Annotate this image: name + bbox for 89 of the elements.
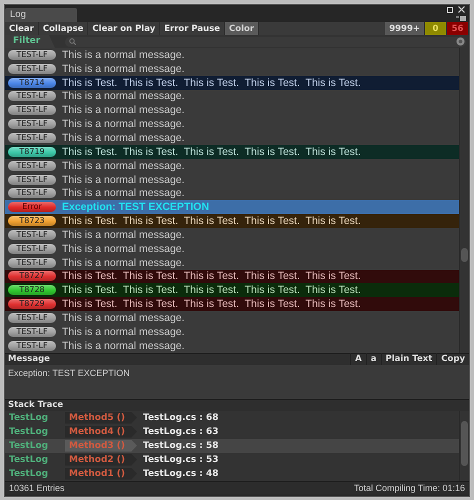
entry-count: 10361 Entries (9, 482, 65, 493)
log-message: This is a normal message. (62, 160, 185, 172)
close-icon[interactable] (458, 6, 465, 13)
log-message: Exception: TEST EXCEPTION (62, 201, 210, 214)
file-location: TestLog.cs : 53 (142, 454, 219, 465)
log-row[interactable]: T8714 This is Test. This is Test. This is Test. This is Test. This is Test. (5, 76, 459, 90)
log-row[interactable]: T8723 This is Test. This is Test. This is Test. This is Test. This is Test. (5, 214, 459, 228)
tag-badge: T8729 (8, 299, 56, 310)
search-field[interactable] (65, 36, 466, 46)
tag-badge: T8723 (8, 216, 56, 226)
tag-badge: TEST-LF (8, 50, 56, 60)
log-row[interactable]: T8727 This is Test. This is Test. This is Test. This is Test. This is Test. (5, 270, 459, 284)
maximize-icon[interactable] (447, 6, 453, 12)
message-text: Exception: TEST EXCEPTION (8, 368, 130, 378)
log-message: This is a normal message. (62, 340, 185, 352)
method-name: Method5 () (65, 412, 137, 424)
log-message: This is a normal message. (62, 48, 185, 61)
class-name: TestLog (8, 454, 50, 465)
tag-badge: T8719 (8, 146, 56, 157)
file-location: TestLog.cs : 68 (142, 412, 219, 423)
tag-badge: T8714 (8, 78, 56, 88)
log-message: This is a normal message. (62, 228, 185, 241)
stack-frame[interactable]: TestLog Method2 () TestLog.cs : 53 (5, 452, 459, 467)
stack-frame[interactable]: TestLog Method5 () TestLog.cs : 68 (5, 410, 459, 425)
log-message: This is a normal message. (62, 256, 185, 269)
filter-tab[interactable]: Filter (5, 35, 55, 48)
section-title: Stack Trace (7, 400, 64, 410)
compile-time: Total Compiling Time: 01:16 (354, 482, 465, 493)
log-message: This is Test. This is Test. This is Test. This is Test. This is Test. (62, 284, 361, 296)
scrollbar[interactable] (459, 48, 469, 353)
log-message: This is a normal message. (62, 326, 185, 338)
log-message: This is a normal message. (62, 90, 185, 102)
method-name: Method4 () (65, 426, 137, 438)
tag-badge: TEST-LF (8, 160, 56, 171)
log-row[interactable]: T8729 This is Test. This is Test. This is Test. This is Test. This is Test. (5, 297, 459, 312)
log-row[interactable]: TEST-LF This is a normal message. (5, 90, 459, 104)
tag-badge: TEST-LF (8, 64, 56, 74)
log-message: This is Test. This is Test. This is Test. This is Test. This is Test. (62, 76, 361, 89)
class-name: TestLog (8, 440, 50, 451)
search-icon (69, 38, 76, 45)
scrollbar[interactable] (459, 410, 469, 481)
tag-badge: TEST-LF (8, 91, 56, 102)
count-toggle[interactable]: 9999+ (385, 22, 425, 35)
log-message: This is Test. This is Test. This is Test. This is Test. This is Test. (62, 146, 361, 158)
tag-badge: Error (8, 202, 56, 212)
class-name: TestLog (8, 426, 50, 437)
file-location: TestLog.cs : 48 (142, 468, 219, 479)
log-message: This is Test. This is Test. This is Test. This is Test. This is Test. (62, 215, 361, 228)
tag-badge: TEST-LF (8, 105, 56, 116)
log-message: This is Test. This is Test. This is Test. This is Test. This is Test. (62, 298, 361, 310)
log-message: This is a normal message. (62, 118, 185, 130)
log-message: This is Test. This is Test. This is Test. This is Test. This is Test. (62, 270, 361, 282)
log-message: This is a normal message. (62, 62, 185, 75)
tag-badge: TEST-LF (8, 174, 56, 185)
class-name: TestLog (8, 412, 50, 423)
tag-badge: TEST-LF (8, 340, 56, 351)
tag-badge: T8727 (8, 271, 56, 282)
file-location: TestLog.cs : 58 (142, 440, 219, 451)
tag-badge: TEST-LF (8, 326, 56, 337)
tag-badge: TEST-LF (8, 132, 56, 143)
section-title: Message (7, 354, 51, 364)
tag-badge: TEST-LF (8, 244, 56, 254)
method-name: Method3 () (65, 440, 137, 452)
clear-icon[interactable] (456, 37, 465, 46)
method-name: Method1 () (65, 468, 137, 480)
log-row[interactable]: T8728 This is Test. This is Test. This is Test. This is Test. This is Test. (5, 283, 459, 298)
tag-badge: TEST-LF (8, 312, 56, 323)
log-message: This is a normal message. (62, 187, 185, 200)
tag-badge: TEST-LF (8, 119, 56, 130)
log-row[interactable]: TEST-LF This is a normal message. (5, 186, 459, 200)
log-message: This is a normal message. (62, 312, 185, 324)
tag-badge: TEST-LF (8, 258, 56, 268)
method-name: Method2 () (65, 454, 137, 466)
tag-badge: TEST-LF (8, 188, 56, 198)
class-name: TestLog (8, 468, 50, 479)
log-message: This is a normal message. (62, 104, 185, 116)
toolbar-toggle[interactable]: Color (225, 22, 260, 35)
log-row[interactable]: T8719 This is Test. This is Test. This is Test. This is Test. This is Test. (5, 144, 459, 159)
tag-badge: T8728 (8, 285, 56, 296)
log-message: This is a normal message. (62, 174, 185, 186)
tag-badge: TEST-LF (8, 230, 56, 240)
stack-frame[interactable]: TestLog Method3 () TestLog.cs : 58 (5, 438, 459, 453)
log-message: This is a normal message. (62, 132, 185, 144)
stack-frame[interactable]: TestLog Method4 () TestLog.cs : 63 (5, 424, 459, 439)
file-location: TestLog.cs : 63 (142, 426, 219, 437)
menu-icon[interactable] (456, 16, 466, 21)
log-message: This is a normal message. (62, 242, 185, 255)
stack-frame[interactable]: TestLog Method1 () TestLog.cs : 48 (5, 466, 459, 481)
window-tab[interactable]: Log (5, 8, 77, 22)
